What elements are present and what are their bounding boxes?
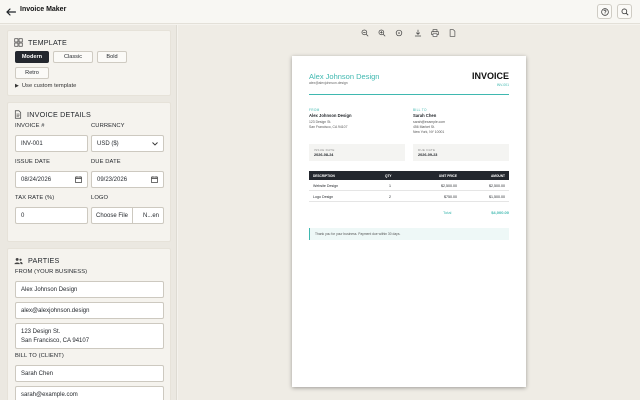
total-value: $4,000.00 bbox=[491, 210, 509, 215]
reset-zoom-icon bbox=[395, 29, 403, 36]
logo-label: LOGO bbox=[91, 195, 109, 201]
row-cell: Website Design bbox=[313, 183, 339, 188]
row-cell: $1,500.00 bbox=[489, 194, 505, 199]
invoice-note: Thank you for your business. Payment due… bbox=[309, 228, 509, 240]
help-button[interactable] bbox=[597, 4, 612, 19]
invoice-title: INVOICE bbox=[471, 71, 509, 81]
custom-template-toggle[interactable]: ▶ Use custom template bbox=[15, 83, 76, 89]
parties-heading: PARTIES bbox=[14, 256, 60, 265]
template-heading: TEMPLATE bbox=[14, 38, 67, 47]
column-header: AMOUNT bbox=[491, 174, 505, 178]
to-email-input[interactable]: sarah@example.com bbox=[15, 386, 164, 400]
tax-rate-label: TAX RATE (%) bbox=[15, 195, 55, 201]
logo-file-input: Choose File N...en bbox=[91, 207, 164, 224]
parties-card: PARTIES FROM (YOUR BUSINESS) Alex Johnso… bbox=[7, 248, 171, 400]
calendar-icon[interactable] bbox=[75, 176, 82, 183]
row-cell: $750.00 bbox=[444, 194, 457, 199]
to-line1: 456 Market St. bbox=[413, 125, 436, 129]
sidebar: TEMPLATE Modern Classic Bold Retro ▶ Use… bbox=[0, 25, 177, 400]
from-name-input[interactable]: Alex Johnson Design bbox=[15, 281, 164, 298]
template-classic-button[interactable]: Classic bbox=[53, 51, 93, 63]
currency-label: CURRENCY bbox=[91, 123, 125, 129]
invoice-number-label: INVOICE # bbox=[15, 123, 45, 129]
back-arrow-icon[interactable] bbox=[5, 5, 17, 19]
column-header: QTY bbox=[385, 174, 392, 178]
to-name: Sarah Chen bbox=[413, 113, 437, 118]
issue-date-value: 2026-08-24 bbox=[314, 153, 334, 157]
caret-right-icon: ▶ bbox=[15, 83, 19, 89]
to-email: sarah@example.com bbox=[413, 120, 446, 124]
from-heading: FROM bbox=[309, 108, 320, 112]
document-icon bbox=[14, 110, 22, 119]
reset-zoom-button[interactable] bbox=[393, 27, 405, 38]
row-cell: $2,500.00 bbox=[441, 183, 457, 188]
template-modern-button[interactable]: Modern bbox=[15, 51, 49, 63]
zoom-in-button[interactable] bbox=[376, 27, 388, 38]
zoom-out-icon bbox=[361, 29, 369, 36]
row-cell: $2,500.00 bbox=[489, 183, 505, 188]
issue-date-input[interactable]: 08/24/2026 bbox=[15, 171, 88, 188]
search-button[interactable] bbox=[617, 4, 632, 19]
billto-heading: BILL TO bbox=[413, 108, 427, 112]
table-row: Logo Design 2 $750.00 $1,500.00 bbox=[309, 191, 509, 202]
row-cell: 2 bbox=[389, 194, 391, 199]
header-divider bbox=[309, 94, 509, 95]
print-button[interactable] bbox=[429, 27, 441, 38]
invoice-details-heading: INVOICE DETAILS bbox=[14, 110, 91, 119]
issue-date-label: ISSUE DATE bbox=[15, 159, 51, 165]
invoice-note-text: Thank you for your business. Payment due… bbox=[315, 232, 401, 236]
total-label: Total bbox=[443, 210, 452, 215]
from-line1: 123 Design St. bbox=[309, 120, 332, 124]
to-line2: New York, NY 10001 bbox=[413, 130, 445, 134]
row-cell: Logo Design bbox=[313, 194, 334, 199]
search-icon bbox=[621, 8, 629, 16]
invoice-business-name: Alex Johnson Design bbox=[309, 72, 380, 81]
page-icon bbox=[449, 28, 455, 37]
users-icon bbox=[14, 257, 23, 264]
zoom-in-icon bbox=[378, 29, 386, 36]
invoice-number: INV-001 bbox=[496, 83, 509, 87]
invoice-details-card: INVOICE DETAILS INVOICE # INV-001 CURREN… bbox=[7, 102, 171, 242]
chevron-down-icon bbox=[152, 141, 158, 146]
column-header: DESCRIPTION bbox=[313, 174, 335, 178]
due-date-label: DUE DATE bbox=[91, 159, 121, 165]
table-row: Website Design 1 $2,500.00 $2,500.00 bbox=[309, 180, 509, 191]
due-date-value: 2026-09-23 bbox=[418, 153, 438, 157]
table-header: DESCRIPTION QTY UNIT PRICE AMOUNT bbox=[309, 171, 509, 180]
invoice-business-email: alex@alexjohnson.design bbox=[309, 81, 348, 85]
page-button[interactable] bbox=[446, 27, 458, 38]
due-date-input[interactable]: 09/23/2026 bbox=[91, 171, 164, 188]
layout-icon bbox=[14, 38, 23, 47]
download-button[interactable] bbox=[412, 27, 424, 38]
from-label: FROM (YOUR BUSINESS) bbox=[15, 269, 88, 275]
template-retro-button[interactable]: Retro bbox=[15, 67, 49, 79]
template-bold-button[interactable]: Bold bbox=[97, 51, 127, 63]
due-date-heading: DUE DATE bbox=[418, 148, 436, 152]
calendar-icon[interactable] bbox=[151, 176, 158, 183]
row-cell: 1 bbox=[389, 183, 391, 188]
invoice-number-input[interactable]: INV-001 bbox=[15, 135, 88, 152]
zoom-out-button[interactable] bbox=[359, 27, 371, 38]
currency-select[interactable]: USD ($) bbox=[91, 135, 164, 152]
download-icon bbox=[414, 29, 422, 36]
issue-date-box: ISSUE DATE 2026-08-24 bbox=[309, 144, 405, 161]
from-email-input[interactable]: alex@alexjohnson.design bbox=[15, 302, 164, 319]
printer-icon bbox=[431, 28, 439, 37]
invoice-paper: Alex Johnson Design alex@alexjohnson.des… bbox=[292, 56, 526, 387]
top-bar: Invoice Maker bbox=[0, 0, 640, 24]
bill-to-label: BILL TO (CLIENT) bbox=[15, 353, 64, 359]
from-name: Alex Johnson Design bbox=[309, 113, 352, 118]
column-header: UNIT PRICE bbox=[438, 174, 457, 178]
file-name-text: N...en bbox=[142, 212, 159, 219]
tax-rate-input[interactable]: 0 bbox=[15, 207, 88, 224]
app-title: Invoice Maker bbox=[20, 6, 67, 13]
template-card: TEMPLATE Modern Classic Bold Retro ▶ Use… bbox=[7, 30, 171, 96]
due-date-box: DUE DATE 2026-09-23 bbox=[413, 144, 509, 161]
from-line2: San Francisco, CA 94107 bbox=[309, 125, 348, 129]
to-name-input[interactable]: Sarah Chen bbox=[15, 365, 164, 382]
issue-date-heading: ISSUE DATE bbox=[314, 148, 335, 152]
choose-file-button[interactable]: Choose File bbox=[92, 208, 134, 223]
help-icon bbox=[600, 7, 609, 16]
from-address-textarea[interactable]: 123 Design St. San Francisco, CA 94107 bbox=[15, 323, 164, 349]
